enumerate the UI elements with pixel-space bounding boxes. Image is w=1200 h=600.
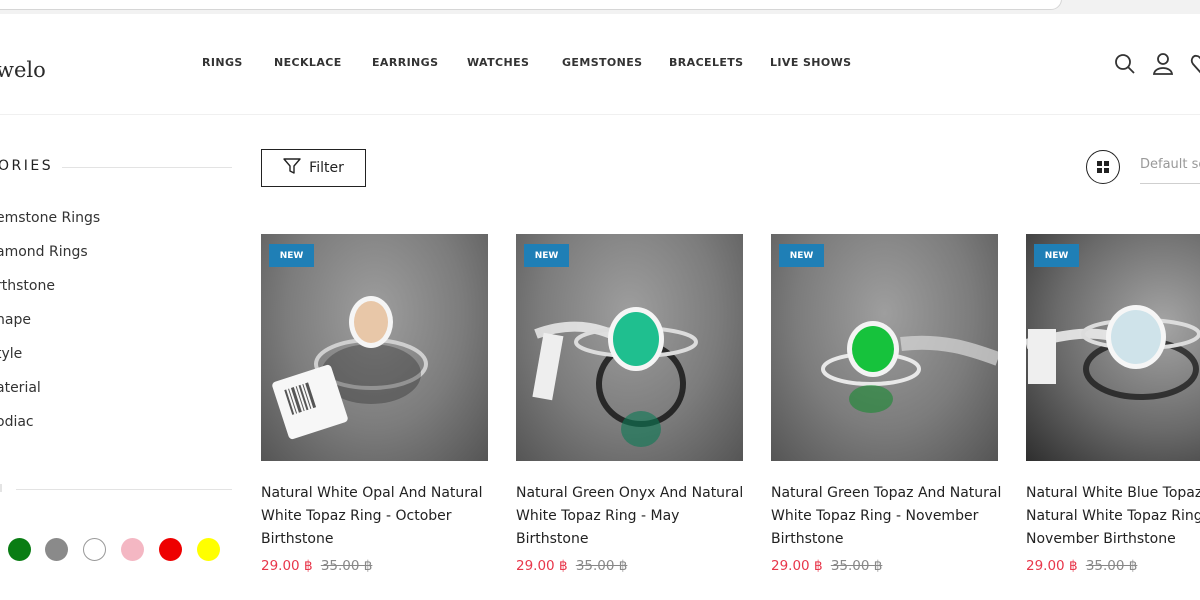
nav-watches[interactable]: WATCHES [467,56,529,69]
filter-icon [283,157,301,179]
divider [62,167,232,168]
category-material[interactable]: aterial [0,380,41,396]
browser-top-strip [0,0,1200,14]
product-image[interactable]: NEW [261,234,488,461]
category-shape[interactable]: hape [0,312,31,328]
new-badge: NEW [779,244,824,267]
color-swatch-gray[interactable] [45,538,68,561]
new-badge: NEW [1034,244,1079,267]
grid-icon [1097,161,1109,173]
color-swatch-red[interactable] [159,538,182,561]
color-swatch-green[interactable] [8,538,31,561]
product-card[interactable]: NEW Natural White Blue Topaz And Natural… [1026,234,1200,594]
category-gemstone-rings[interactable]: emstone Rings [0,210,100,226]
product-image[interactable]: NEW [1026,234,1200,461]
current-price: 29.00 ฿ [771,558,823,574]
filter-button[interactable]: Filter [261,149,366,187]
grid-view-toggle[interactable] [1086,150,1120,184]
site-logo[interactable]: welo [0,58,46,82]
original-price: 35.00 ฿ [575,558,628,574]
product-card[interactable]: NEW Natural White Opal And Natural White… [261,234,488,594]
original-price: 35.00 ฿ [1085,558,1138,574]
product-title[interactable]: Natural Green Onyx And Natural White Top… [516,482,756,551]
product-card[interactable]: NEW Natural Green Topaz And Natural Whit… [771,234,1001,594]
product-title[interactable]: Natural Green Topaz And Natural White To… [771,482,1011,551]
color-swatch-yellow[interactable] [197,538,220,561]
color-swatch-white[interactable] [83,538,106,561]
original-price: 35.00 ฿ [320,558,373,574]
new-badge: NEW [524,244,569,267]
nav-gemstones[interactable]: GEMSTONES [562,56,643,69]
filter-label: Filter [309,160,344,176]
color-heading-fragment [0,484,2,492]
nav-rings[interactable]: RINGS [202,56,243,69]
nav-live-shows[interactable]: LIVE SHOWS [770,56,852,69]
product-price: 29.00 ฿ 35.00 ฿ [771,558,882,574]
divider [16,489,232,490]
product-image[interactable]: NEW [771,234,998,461]
category-zodiac[interactable]: odiac [0,414,34,430]
nav-necklace[interactable]: NECKLACE [274,56,342,69]
categories-heading: ORIES [0,158,54,174]
search-icon[interactable] [1114,52,1136,76]
user-icon[interactable] [1152,52,1174,76]
color-swatch-pink[interactable] [121,538,144,561]
category-birthstone[interactable]: rthstone [0,278,55,294]
heart-icon[interactable] [1190,52,1200,76]
product-price: 29.00 ฿ 35.00 ฿ [1026,558,1137,574]
product-price: 29.00 ฿ 35.00 ฿ [516,558,627,574]
product-image[interactable]: NEW [516,234,743,461]
product-card[interactable]: NEW Natural Green Onyx And Natural White… [516,234,743,594]
site-header: welo RINGS NECKLACE EARRINGS WATCHES GEM… [0,14,1200,115]
new-badge: NEW [269,244,314,267]
address-bar[interactable] [0,0,1062,10]
sort-select[interactable]: Default sc [1140,157,1200,184]
nav-bracelets[interactable]: BRACELETS [669,56,744,69]
current-price: 29.00 ฿ [1026,558,1078,574]
product-title[interactable]: Natural White Blue Topaz And Natural Whi… [1026,482,1200,551]
current-price: 29.00 ฿ [516,558,568,574]
product-title[interactable]: Natural White Opal And Natural White Top… [261,482,501,551]
current-price: 29.00 ฿ [261,558,313,574]
original-price: 35.00 ฿ [830,558,883,574]
nav-earrings[interactable]: EARRINGS [372,56,438,69]
category-diamond-rings[interactable]: amond Rings [0,244,88,260]
product-price: 29.00 ฿ 35.00 ฿ [261,558,372,574]
category-style[interactable]: tyle [0,346,22,362]
